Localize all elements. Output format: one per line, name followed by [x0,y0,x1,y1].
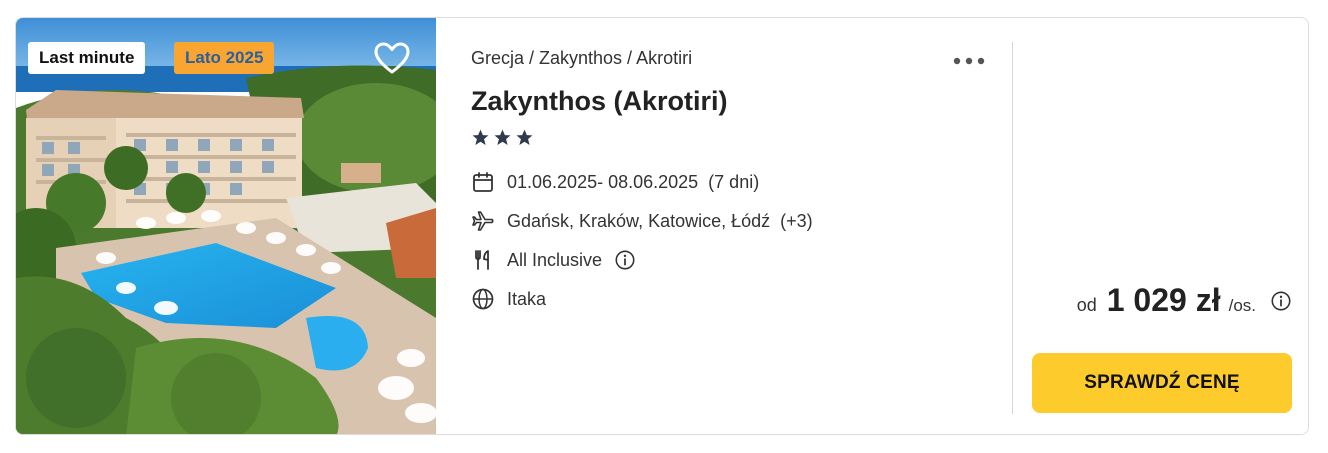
star-icon [494,129,511,146]
price-value: 1 029 zł [1106,282,1221,318]
price-line: od 1 029 zł /os. [1077,282,1292,319]
airports-text: Gdańsk, Kraków, Katowice, Łódź [507,210,771,231]
operator-text: Itaka [507,288,547,309]
hotel-title[interactable]: Zakynthos (Akrotiri) [471,86,728,117]
globe-icon [472,288,494,310]
price-area: od 1 029 zł /os. SPRAWDŹ CENĘ [1013,18,1308,434]
hotel-stars [471,128,534,148]
star-icon [472,129,489,146]
board-text: All Inclusive [507,249,603,270]
location-breadcrumb[interactable]: Grecja / Zakynthos / Akrotiri [471,48,692,69]
star-icon [516,129,533,146]
operator-row: Itaka [471,286,546,312]
plane-icon [472,211,494,231]
offer-details: Grecja / Zakynthos / Akrotiri Zakynthos … [436,18,1012,434]
season-badge: Lato 2025 [174,42,275,74]
board-row: All Inclusive [471,247,636,273]
heart-outline-icon[interactable] [372,38,412,78]
check-price-button[interactable]: SPRAWDŹ CENĘ [1032,353,1292,413]
last-minute-badge: Last minute [28,42,146,74]
dates-row: 01.06.2025- 08.06.2025 (7 dni) [471,169,759,195]
info-icon[interactable] [1270,290,1292,312]
calendar-icon [473,172,493,192]
offer-card[interactable]: Last minute Lato 2025 Grecja / Zakynthos… [15,17,1309,435]
dates-text: 01.06.2025- 08.06.2025 [507,171,699,192]
price-unit: /os. [1228,296,1256,315]
hotel-photo[interactable]: Last minute Lato 2025 [16,18,436,434]
price-prefix: od [1076,295,1097,315]
hotel-photo-image [16,18,436,434]
cutlery-icon [475,250,489,270]
more-dots-icon[interactable] [952,52,986,70]
info-icon[interactable] [614,249,636,271]
airports-row: Gdańsk, Kraków, Katowice, Łódź (+3) [471,208,813,234]
airports-more[interactable]: (+3) [780,211,813,232]
duration-text: (7 dni) [708,171,760,192]
